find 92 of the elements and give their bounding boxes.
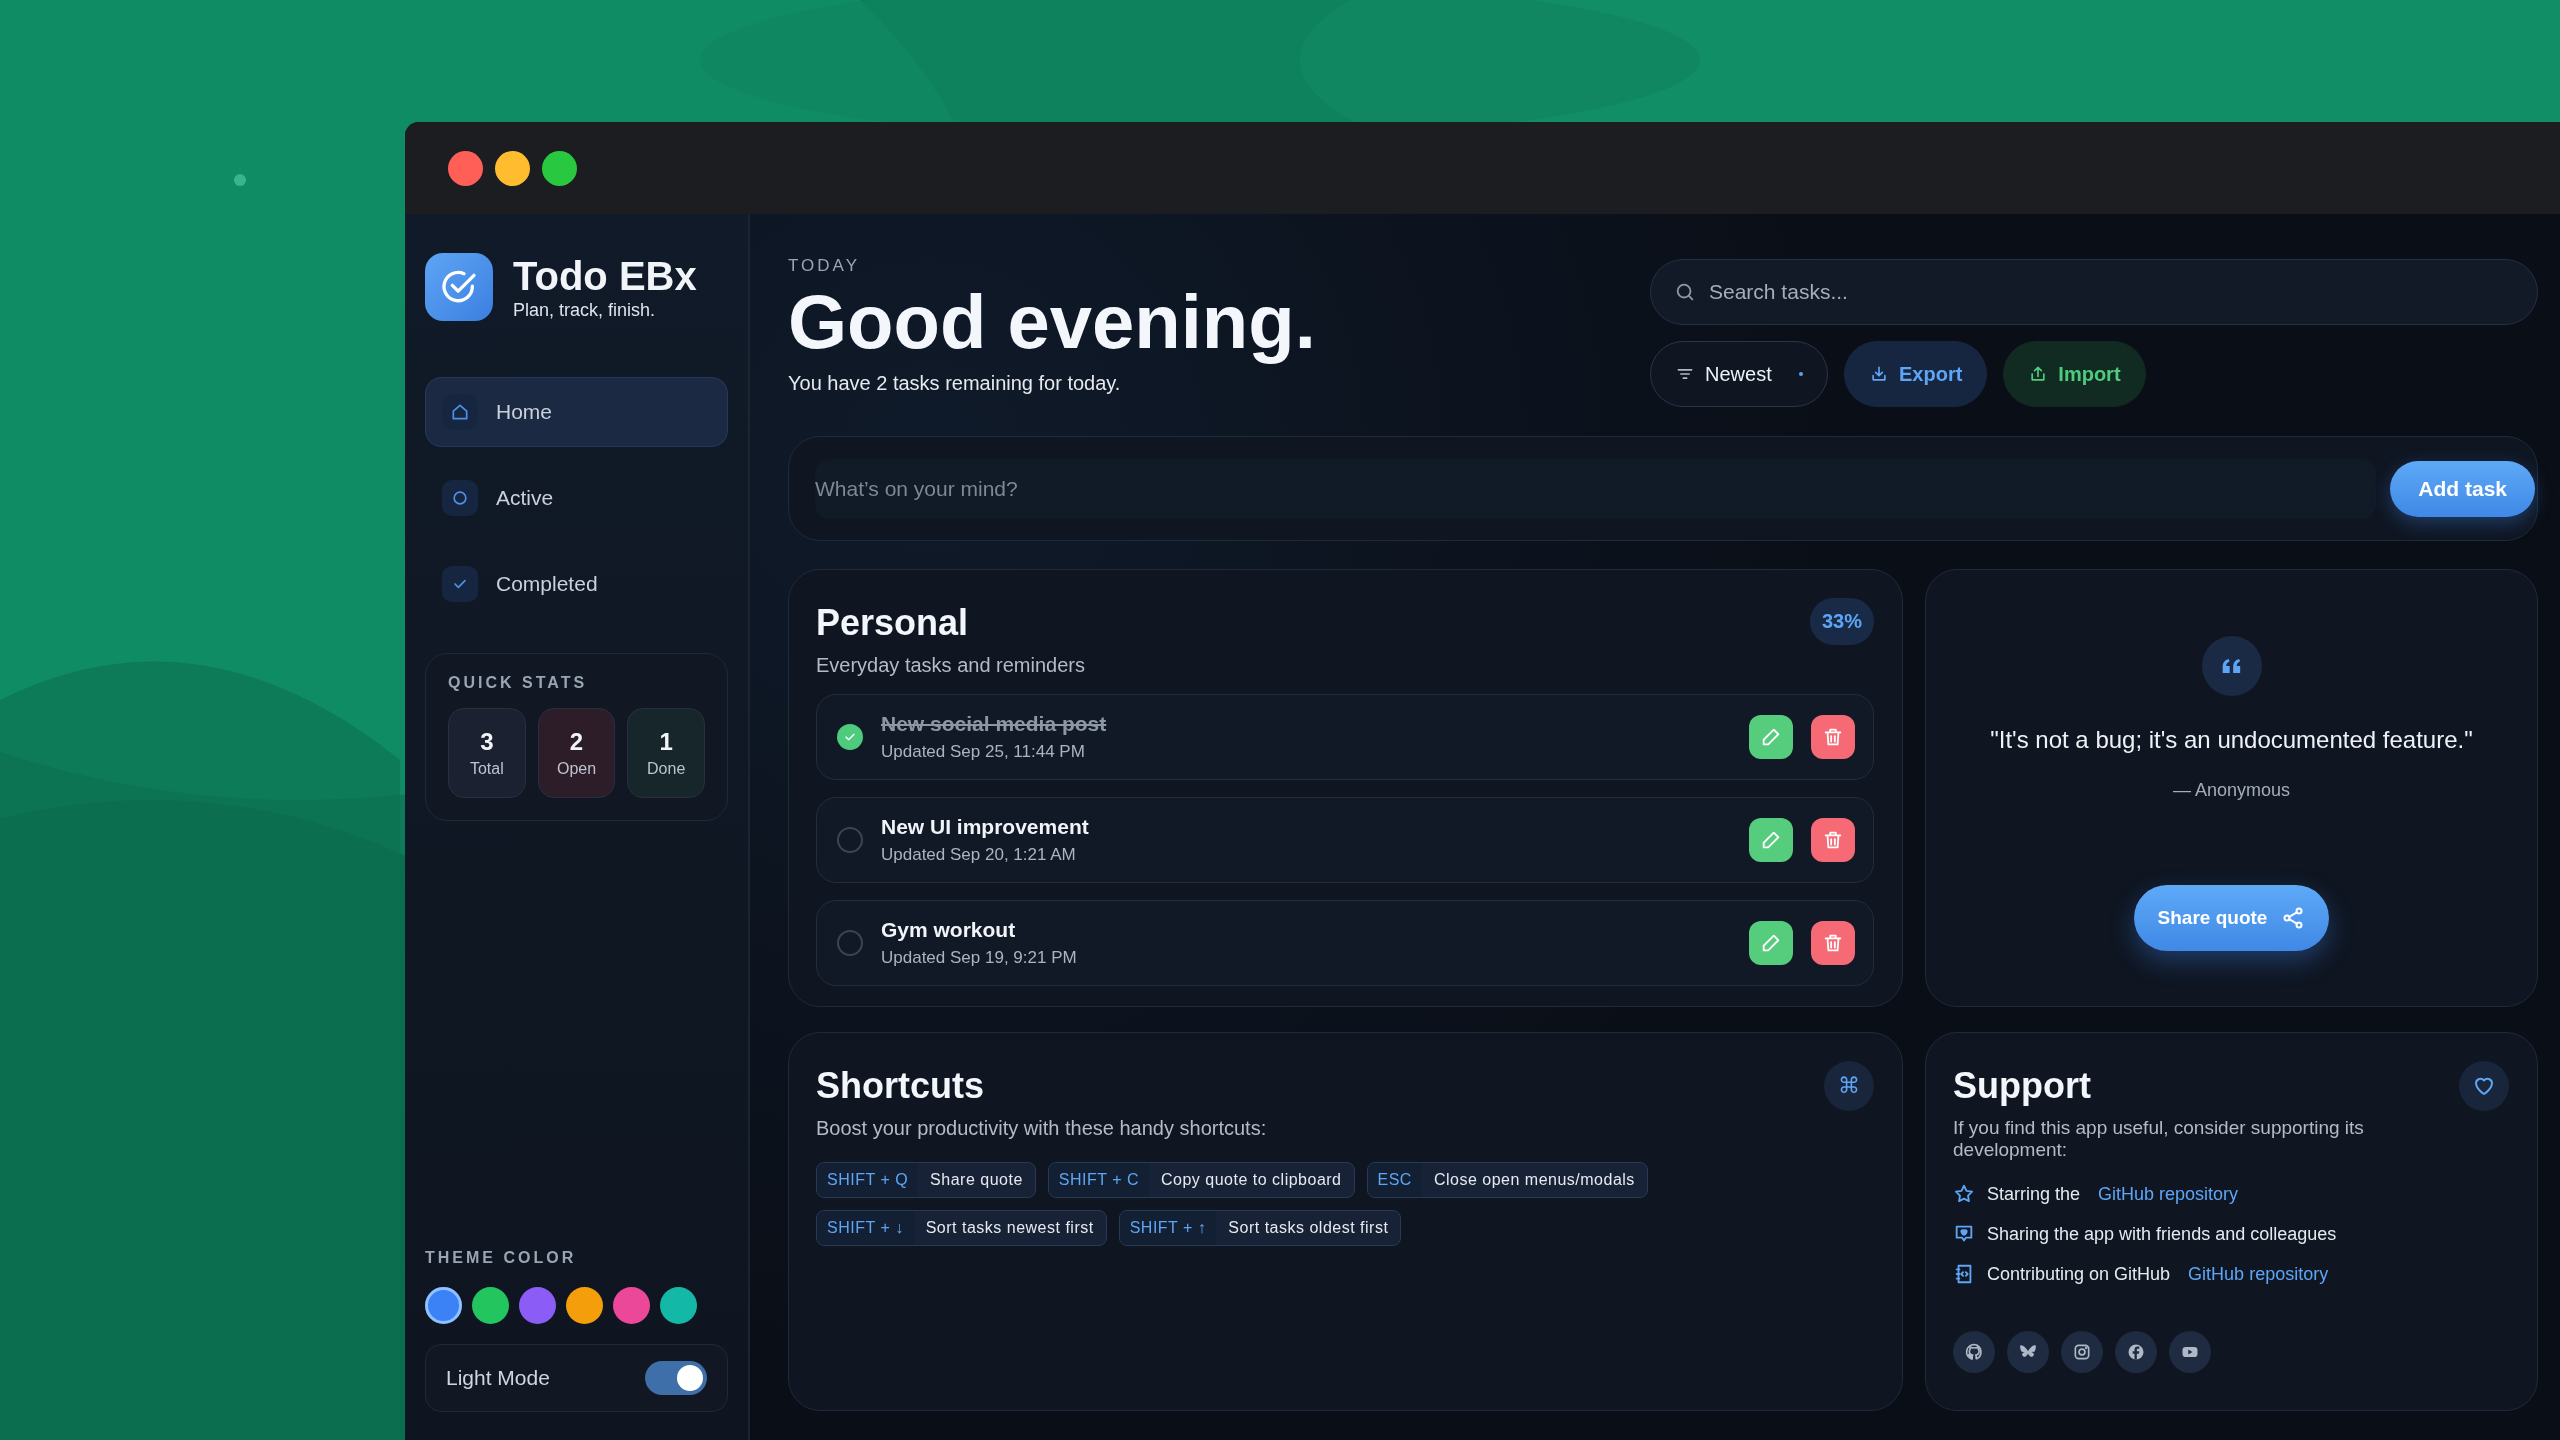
task-checkbox[interactable] xyxy=(837,827,863,853)
key-combo: SHIFT + ↑ xyxy=(1119,1211,1217,1245)
nav-item[interactable]: Completed xyxy=(425,549,728,619)
delete-button[interactable] xyxy=(1811,715,1855,759)
social-button[interactable] xyxy=(2169,1331,2211,1373)
instagram-icon xyxy=(2072,1342,2092,1362)
card-title: Shortcuts xyxy=(816,1065,985,1107)
key-combo: SHIFT + Q xyxy=(817,1163,919,1197)
task-input[interactable]: What’s on your mind? xyxy=(815,458,2377,519)
maximize-button[interactable] xyxy=(542,150,577,186)
sort-dropdown[interactable]: Newest xyxy=(1650,341,1828,407)
social-button[interactable] xyxy=(2115,1331,2157,1373)
social-button[interactable] xyxy=(2007,1331,2049,1373)
task-checkbox[interactable] xyxy=(837,930,863,956)
facebook-icon xyxy=(2126,1342,2146,1362)
key-combo: ESC xyxy=(1367,1163,1422,1197)
star-icon xyxy=(1953,1183,1975,1205)
greeting-heading: Good evening. xyxy=(788,280,1316,364)
color-swatch[interactable] xyxy=(613,1287,650,1324)
quote-author: — Anonymous xyxy=(2172,780,2291,801)
task-timestamp: Updated Sep 19, 9:21 PM xyxy=(881,948,1078,968)
shortcut-action: Sort tasks oldest first xyxy=(1227,1219,1390,1237)
nav-item[interactable]: Home xyxy=(425,377,728,447)
command-icon: ⌘ xyxy=(1824,1061,1874,1111)
github-link[interactable]: GitHub repository xyxy=(2098,1183,2239,1205)
card-title: Personal xyxy=(816,602,970,644)
shortcut-action: Copy quote to clipboard xyxy=(1160,1171,1343,1189)
trash-icon xyxy=(1822,726,1844,748)
task-timestamp: Updated Sep 20, 1:21 AM xyxy=(881,845,1077,865)
home-icon xyxy=(450,402,470,422)
eyebrow-label: TODAY xyxy=(788,256,861,276)
color-swatch[interactable] xyxy=(566,1287,603,1324)
toggle-switch[interactable] xyxy=(645,1361,707,1395)
progress-badge: 33% xyxy=(1809,598,1874,645)
color-swatch[interactable] xyxy=(472,1287,509,1324)
export-button[interactable]: Export xyxy=(1844,341,1988,407)
mode-label: Light Mode xyxy=(446,1366,550,1390)
circle-icon xyxy=(450,488,470,508)
trash-icon xyxy=(1822,829,1844,851)
card-title: Support xyxy=(1953,1065,2092,1107)
shortcut-action: Close open menus/modals xyxy=(1432,1171,1636,1189)
support-text: Contributing on GitHub xyxy=(1987,1263,2171,1285)
pencil-icon xyxy=(1760,932,1782,954)
app-name: Todo EBx xyxy=(513,253,697,298)
pencil-icon xyxy=(1760,726,1782,748)
edit-button[interactable] xyxy=(1749,715,1793,759)
task-checkbox[interactable] xyxy=(837,724,863,750)
app-tagline: Plan, track, finish. xyxy=(513,299,657,321)
delete-button[interactable] xyxy=(1811,818,1855,862)
download-icon xyxy=(1869,364,1889,384)
delete-button[interactable] xyxy=(1811,921,1855,965)
card-subtitle: Boost your productivity with these handy shortcuts: xyxy=(816,1117,1267,1140)
task-title: Gym workout xyxy=(881,918,1017,942)
section-label: THEME COLOR xyxy=(425,1249,578,1267)
github-link[interactable]: GitHub repository xyxy=(2188,1263,2329,1285)
task-title: New social media post xyxy=(881,712,1108,736)
minimize-button[interactable] xyxy=(495,150,530,186)
social-button[interactable] xyxy=(1953,1331,1995,1373)
support-text: Sharing the app with friends and colleagues xyxy=(1987,1223,2337,1245)
card-subtitle: If you find this app useful, consider supporting its development: xyxy=(1953,1117,2365,1161)
shortcut-action: Sort tasks newest first xyxy=(924,1219,1095,1237)
stat-value: 3 xyxy=(480,728,494,756)
color-swatch[interactable] xyxy=(519,1287,556,1324)
github-icon xyxy=(1964,1342,1984,1362)
shortcut-action: Share quote xyxy=(929,1171,1024,1189)
edit-button[interactable] xyxy=(1749,818,1793,862)
stat-label: Open xyxy=(556,760,597,778)
key-combo: SHIFT + ↓ xyxy=(817,1211,914,1245)
nav-item[interactable]: Active xyxy=(425,463,728,533)
section-label: QUICK STATS xyxy=(448,674,589,692)
dot-icon xyxy=(1799,372,1803,376)
support-text: Starring the xyxy=(1987,1183,2081,1205)
task-timestamp: Updated Sep 25, 11:44 PM xyxy=(881,742,1086,762)
task-title: New UI improvement xyxy=(881,815,1090,839)
stat-label: Done xyxy=(647,760,686,778)
close-button[interactable] xyxy=(448,150,483,186)
search-icon xyxy=(1674,281,1696,303)
trash-icon xyxy=(1822,932,1844,954)
key-combo: SHIFT + C xyxy=(1048,1163,1149,1197)
import-button[interactable]: Import xyxy=(2003,341,2146,407)
social-button[interactable] xyxy=(2061,1331,2103,1373)
card-subtitle: Everyday tasks and reminders xyxy=(816,654,1085,677)
search-field[interactable]: Search tasks... xyxy=(1650,259,2538,325)
summary-text: You have 2 tasks remaining for today. xyxy=(788,372,1122,395)
stat-value: 2 xyxy=(569,728,584,756)
stat-value: 1 xyxy=(659,728,673,756)
color-swatch[interactable] xyxy=(660,1287,697,1324)
color-swatch[interactable] xyxy=(425,1287,462,1324)
quote-text: "It's not a bug; it's an undocumented feature." xyxy=(1990,726,2473,754)
pencil-icon xyxy=(1760,829,1782,851)
edit-button[interactable] xyxy=(1749,921,1793,965)
stat-label: Total xyxy=(469,760,504,778)
